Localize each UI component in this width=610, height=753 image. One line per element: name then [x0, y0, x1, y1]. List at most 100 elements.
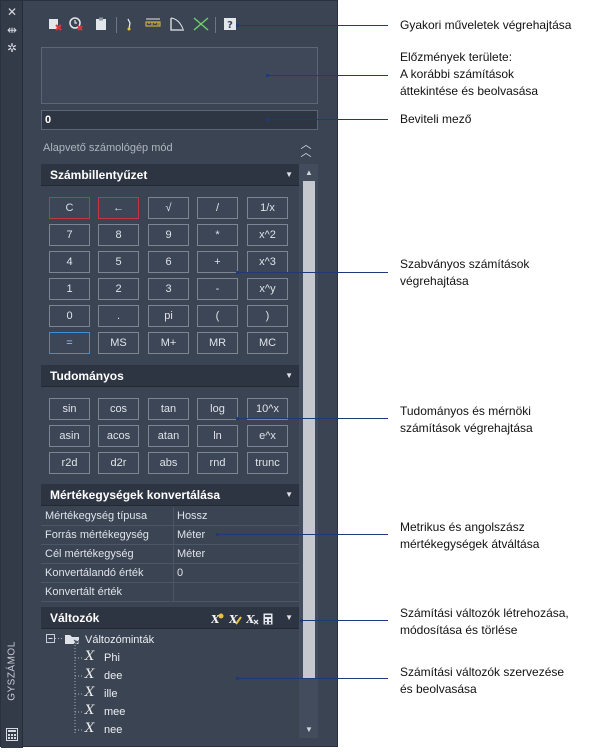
angle-icon[interactable] [169, 17, 185, 33]
units-row[interactable]: Konvertált érték [41, 583, 299, 602]
scientific-key[interactable]: ln [197, 425, 238, 447]
chevron-down-icon[interactable]: ▼ [285, 484, 293, 506]
clear-history-icon[interactable] [68, 17, 84, 33]
variable-item[interactable]: dee [104, 669, 122, 683]
keypad-key[interactable]: x^2 [247, 224, 288, 246]
scroll-up-icon[interactable]: ▲ [303, 168, 315, 177]
input-box[interactable]: 0 [41, 110, 318, 130]
variables-header[interactable]: Változók X X X ▼ [41, 607, 299, 629]
units-row-value[interactable]: Méter [173, 526, 205, 544]
units-row-value[interactable]: Hossz [173, 507, 208, 525]
keypad-key[interactable]: = [49, 332, 90, 354]
intersection-icon[interactable] [193, 17, 209, 33]
keypad-key[interactable]: - [197, 278, 238, 300]
keypad-key[interactable]: 9 [148, 224, 189, 246]
scientific-key[interactable]: cos [98, 398, 139, 420]
scientific-key[interactable]: asin [49, 425, 90, 447]
chevron-down-icon[interactable]: ▼ [285, 164, 293, 186]
units-row-value[interactable]: Méter [173, 545, 205, 563]
scientific-key[interactable]: acos [98, 425, 139, 447]
keypad-key[interactable]: pi [148, 305, 189, 327]
units-row-label: Mértékegység típusa [45, 510, 148, 522]
scroll-down-icon[interactable]: ▼ [303, 725, 315, 734]
keypad-key[interactable]: . [98, 305, 139, 327]
keypad-key[interactable]: 8 [98, 224, 139, 246]
keypad-key[interactable]: MS [98, 332, 139, 354]
callout-variables-toolbar: Számítási változók létrehozása, módosítá… [400, 606, 569, 637]
keypad-key[interactable]: 5 [98, 251, 139, 273]
keypad-key[interactable]: ) [247, 305, 288, 327]
keypad-key[interactable]: 1 [49, 278, 90, 300]
scientific-key[interactable]: log [197, 398, 238, 420]
keypad-key[interactable]: x^y [247, 278, 288, 300]
callout-dot [300, 619, 303, 622]
keypad-key[interactable]: ( [197, 305, 238, 327]
scientific-key[interactable]: 10^x [247, 398, 288, 420]
close-icon[interactable]: ✕ [5, 5, 19, 19]
keypad-key[interactable]: * [197, 224, 238, 246]
keypad-key[interactable]: 0 [49, 305, 90, 327]
svg-text:?: ? [227, 20, 233, 31]
clear-icon[interactable] [47, 17, 63, 33]
paste-icon[interactable] [93, 17, 109, 33]
variable-item[interactable]: Phi [104, 651, 120, 665]
chevron-down-icon[interactable]: ▼ [285, 607, 293, 629]
keypad-key[interactable]: ← [98, 197, 139, 219]
variable-item[interactable]: ille [104, 687, 117, 701]
svg-text:x: x [74, 640, 77, 645]
variable-item[interactable]: nee [104, 723, 122, 737]
callout-dot [236, 24, 239, 27]
callout-scientific: Tudományos és mérnöki számítások végreha… [400, 404, 533, 435]
callout-line [238, 418, 388, 419]
chevron-down-icon[interactable]: ▼ [285, 365, 293, 387]
keypad-key[interactable]: C [49, 197, 90, 219]
settings-icon[interactable]: ✲ [5, 41, 19, 55]
keypad-key[interactable]: 3 [148, 278, 189, 300]
units-row-value[interactable]: 0 [173, 564, 183, 582]
calculator-icon[interactable] [263, 612, 273, 634]
scientific-key[interactable]: d2r [98, 452, 139, 474]
units-row[interactable]: Forrás mértékegység Méter [41, 526, 299, 545]
keypad-key[interactable]: 6 [148, 251, 189, 273]
distance-icon[interactable] [145, 17, 161, 33]
scientific-key[interactable]: abs [148, 452, 189, 474]
scientific-key[interactable]: sin [49, 398, 90, 420]
scrollbar-thumb[interactable] [303, 181, 315, 679]
scientific-key[interactable]: r2d [49, 452, 90, 474]
keypad-key[interactable]: x^3 [247, 251, 288, 273]
new-variable-icon[interactable]: X [210, 612, 224, 634]
keypad-key[interactable]: M+ [148, 332, 189, 354]
units-row[interactable]: Cél mértékegység Méter [41, 545, 299, 564]
variables-folder[interactable]: Változóminták [85, 633, 154, 647]
keypad-key[interactable]: MR [197, 332, 238, 354]
units-header[interactable]: Mértékegységek konvertálása ▼ [41, 484, 299, 506]
keypad-key[interactable]: MC [247, 332, 288, 354]
scientific-key[interactable]: rnd [197, 452, 238, 474]
dock-icon[interactable]: ⇹ [5, 23, 19, 37]
units-row-value[interactable] [173, 583, 177, 601]
edit-variable-icon[interactable]: X [228, 612, 242, 634]
units-row[interactable]: Mértékegység típusa Hossz [41, 507, 299, 526]
scientific-header[interactable]: Tudományos ▼ [41, 365, 299, 387]
delete-variable-icon[interactable]: X [245, 612, 259, 634]
collapse-icon[interactable]: ︿ ︿ [299, 140, 313, 159]
scientific-key[interactable]: e^x [247, 425, 288, 447]
callout-units: Metrikus és angolszász mértékegységek át… [400, 520, 540, 551]
keypad-key[interactable]: + [197, 251, 238, 273]
variable-icon: X [85, 649, 95, 664]
variable-item[interactable]: mee [104, 705, 125, 719]
keypad-key[interactable]: 4 [49, 251, 90, 273]
keypad-key[interactable]: √ [148, 197, 189, 219]
scientific-key[interactable]: tan [148, 398, 189, 420]
keypad-header[interactable]: Számbillentyűzet ▼ [41, 164, 299, 186]
keypad-key[interactable]: 7 [49, 224, 90, 246]
scientific-key[interactable]: atan [148, 425, 189, 447]
units-row[interactable]: Konvertálandó érték 0 [41, 564, 299, 583]
callout-dot [266, 74, 269, 77]
units-row-label: Konvertálandó érték [45, 567, 144, 579]
get-coordinates-icon[interactable] [123, 17, 139, 33]
keypad-key[interactable]: 1/x [247, 197, 288, 219]
keypad-key[interactable]: / [197, 197, 238, 219]
scientific-key[interactable]: trunc [247, 452, 288, 474]
keypad-key[interactable]: 2 [98, 278, 139, 300]
